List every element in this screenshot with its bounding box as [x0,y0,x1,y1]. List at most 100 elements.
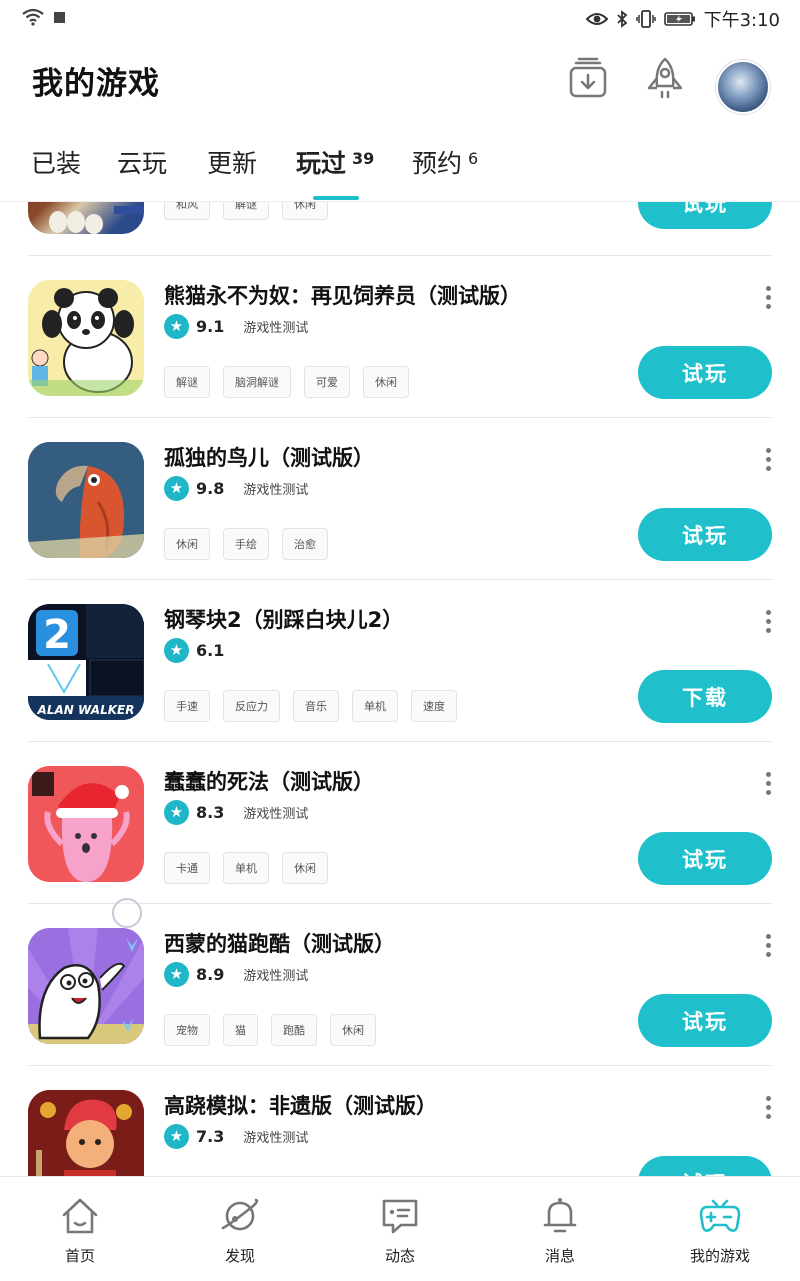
score: 6.1 [196,641,225,660]
nav-discover[interactable]: 发现 [160,1177,320,1281]
game-icon[interactable] [28,280,144,396]
game-row[interactable]: 熊猫永不为奴：再见饲养员（测试版） ★ 9.1 游戏性测试 解谜 脑洞解谜 可爱… [0,256,800,418]
tag[interactable]: 解谜 [164,366,210,398]
tag[interactable]: 休闲 [282,202,328,220]
trial-play-button[interactable]: 试玩 [638,346,772,399]
tag[interactable]: 宠物 [164,1014,210,1046]
download-button[interactable]: 下载 [638,670,772,723]
tag[interactable]: 脑洞解谜 [223,366,291,398]
test-label: 游戏性测试 [243,969,309,984]
trial-play-button[interactable]: 试玩 [638,994,772,1047]
chat-bubble-icon [382,1199,418,1234]
bell-icon [543,1198,577,1233]
bluetooth-icon [616,10,627,28]
tag[interactable]: 手绘 [223,528,269,560]
game-row[interactable]: 高跷模拟：非遗版（测试版） ★ 7.3 游戏性测试 试玩 [0,1066,800,1176]
more-options-icon[interactable] [764,286,772,309]
tag-list: 解谜 脑洞解谜 可爱 休闲 [164,366,409,398]
game-icon[interactable] [28,766,144,882]
game-name[interactable]: 高跷模拟：非遗版（测试版） [164,1090,437,1120]
tag[interactable]: 休闲 [330,1014,376,1046]
star-icon: ★ [164,638,189,663]
battery-icon [663,12,695,26]
page-title: 我的游戏 [32,66,160,102]
game-name[interactable]: 熊猫永不为奴：再见饲养员（测试版） [164,280,521,310]
trial-play-button[interactable]: 试玩 [638,508,772,561]
nav-my-games[interactable]: 我的游戏 [640,1177,800,1281]
game-icon[interactable] [28,202,144,234]
tag[interactable]: 休闲 [282,852,328,884]
piano-tiles-game-artwork: 2 ALAN WALKER [28,604,144,720]
game-row[interactable]: 孤独的鸟儿（测试版） ★ 9.8 游戏性测试 休闲 手绘 治愈 试玩 [0,418,800,580]
icon-number: 2 [43,612,71,658]
tag[interactable]: 跑酷 [271,1014,317,1046]
score: 9.1 [196,317,225,336]
game-icon[interactable] [28,928,144,1044]
trial-play-button[interactable]: 试玩 [638,1156,772,1176]
nav-messages[interactable]: 消息 [480,1177,640,1281]
more-options-icon[interactable] [764,1096,772,1119]
tab-installed[interactable]: 已装 [31,144,81,180]
download-manager-icon[interactable] [566,56,610,100]
rating: ★ 7.3 游戏性测试 [164,1124,308,1149]
bottom-navigation: 首页 发现 动态 消息 我的游戏 [0,1176,800,1280]
more-options-icon[interactable] [764,448,772,471]
tab-bar: 已装 云玩 更新 玩过 39 预约 6 [0,126,800,202]
tab-played[interactable]: 玩过 39 [296,144,374,180]
game-row[interactable]: 西蒙的猫跑酷（测试版） ★ 8.9 游戏性测试 宠物 猫 跑酷 休闲 试玩 [0,904,800,1066]
tag[interactable]: 速度 [411,690,457,722]
tag[interactable]: 卡通 [164,852,210,884]
tag[interactable]: 和风 [164,202,210,220]
game-name[interactable]: 西蒙的猫跑酷（测试版） [164,928,395,958]
icon-caption: ALAN WALKER [37,703,135,717]
star-icon: ★ [164,1124,189,1149]
trial-play-button[interactable]: 试玩 [638,832,772,885]
nav-home[interactable]: 首页 [0,1177,160,1281]
tag[interactable]: 治愈 [282,528,328,560]
tag-list: 休闲 手绘 治愈 [164,528,328,560]
tag[interactable]: 反应力 [223,690,280,722]
home-icon [62,1198,98,1234]
game-row[interactable]: 蠢蠢的死法（测试版） ★ 8.3 游戏性测试 卡通 单机 休闲 试玩 [0,742,800,904]
tag[interactable]: 解谜 [223,202,269,220]
tag[interactable]: 可爱 [304,366,350,398]
tag[interactable]: 单机 [352,690,398,722]
tag-list: 手速 反应力 音乐 单机 速度 [164,690,457,722]
game-icon[interactable] [28,1090,144,1176]
game-row[interactable]: 和风 解谜 休闲 试玩 [0,202,800,256]
game-icon[interactable] [28,442,144,558]
tag[interactable]: 猫 [223,1014,258,1046]
test-label: 游戏性测试 [243,807,309,822]
more-options-icon[interactable] [764,934,772,957]
tag[interactable]: 休闲 [164,528,210,560]
notification-square-icon [54,11,65,23]
tag[interactable]: 单机 [223,852,269,884]
tag-list: 和风 解谜 休闲 [164,202,328,220]
game-name[interactable]: 蠢蠢的死法（测试版） [164,766,374,796]
nav-feed[interactable]: 动态 [320,1177,480,1281]
tag[interactable]: 音乐 [293,690,339,722]
tag[interactable]: 手速 [164,690,210,722]
game-icon[interactable]: 2 ALAN WALKER [28,604,144,720]
game-name[interactable]: 钢琴块2（别踩白块儿2） [164,604,403,634]
game-row[interactable]: 2 ALAN WALKER 钢琴块2（别踩白块儿2） ★ 6.1 手速 反应力 … [0,580,800,742]
trial-play-button[interactable]: 试玩 [638,202,772,229]
tab-reserved-count: 6 [468,149,479,168]
status-bar: 下午3:10 [0,0,800,36]
tab-reserved[interactable]: 预约 6 [412,144,478,180]
game-list[interactable]: 和风 解谜 休闲 试玩 熊猫永不为奴：再见饲养员（测试版） ★ 9.1 游戏性测… [0,202,800,1176]
tab-cloud-play[interactable]: 云玩 [117,144,167,180]
more-options-icon[interactable] [764,610,772,633]
tag-list: 宠物 猫 跑酷 休闲 [164,1014,376,1046]
game-name[interactable]: 孤独的鸟儿（测试版） [164,442,374,472]
tab-updates[interactable]: 更新 [207,144,257,180]
more-options-icon[interactable] [764,772,772,795]
star-icon: ★ [164,962,189,987]
avatar[interactable] [716,60,770,114]
nav-label: 首页 [64,1247,95,1265]
star-icon: ★ [164,800,189,825]
rating: ★ 8.3 游戏性测试 [164,800,308,825]
clock: 下午3:10 [703,10,780,31]
rocket-icon[interactable] [643,56,687,100]
tag[interactable]: 休闲 [363,366,409,398]
